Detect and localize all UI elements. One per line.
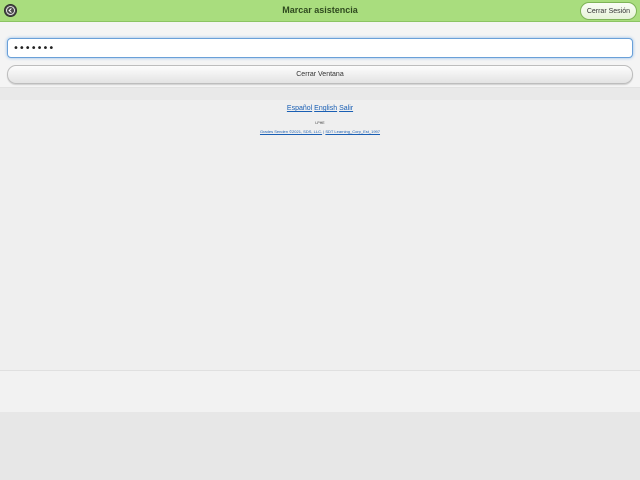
language-links: Español English Salir xyxy=(0,105,640,112)
english-link[interactable]: English xyxy=(314,105,337,112)
close-window-button[interactable]: Cerrar Ventana xyxy=(7,65,633,84)
password-field[interactable] xyxy=(7,38,633,58)
form-area: Cerrar Ventana xyxy=(0,22,640,88)
exit-link[interactable]: Salir xyxy=(339,105,353,112)
page-title: Marcar asistencia xyxy=(282,5,358,15)
logout-button[interactable]: Cerrar Sesión xyxy=(579,2,637,20)
copyright-right-link[interactable]: SDT Learning_Corp_Est_1997 xyxy=(325,129,380,134)
bottom-band xyxy=(0,412,640,480)
app-window: Marcar asistencia Cerrar Sesión Cerrar V… xyxy=(0,0,640,480)
small-tag: LPHE xyxy=(315,121,325,125)
header-bar: Marcar asistencia Cerrar Sesión xyxy=(0,0,640,22)
copyright-left-link[interactable]: Grades Senden ©2021, SDS, LLC. xyxy=(260,129,322,134)
main-area: Español English Salir LPHE Grades Senden… xyxy=(0,100,640,370)
footer-band xyxy=(0,370,640,412)
spanish-link[interactable]: Español xyxy=(287,105,312,112)
copyright-line: Grades Senden ©2021, SDS, LLC. | SDT Lea… xyxy=(0,129,640,134)
